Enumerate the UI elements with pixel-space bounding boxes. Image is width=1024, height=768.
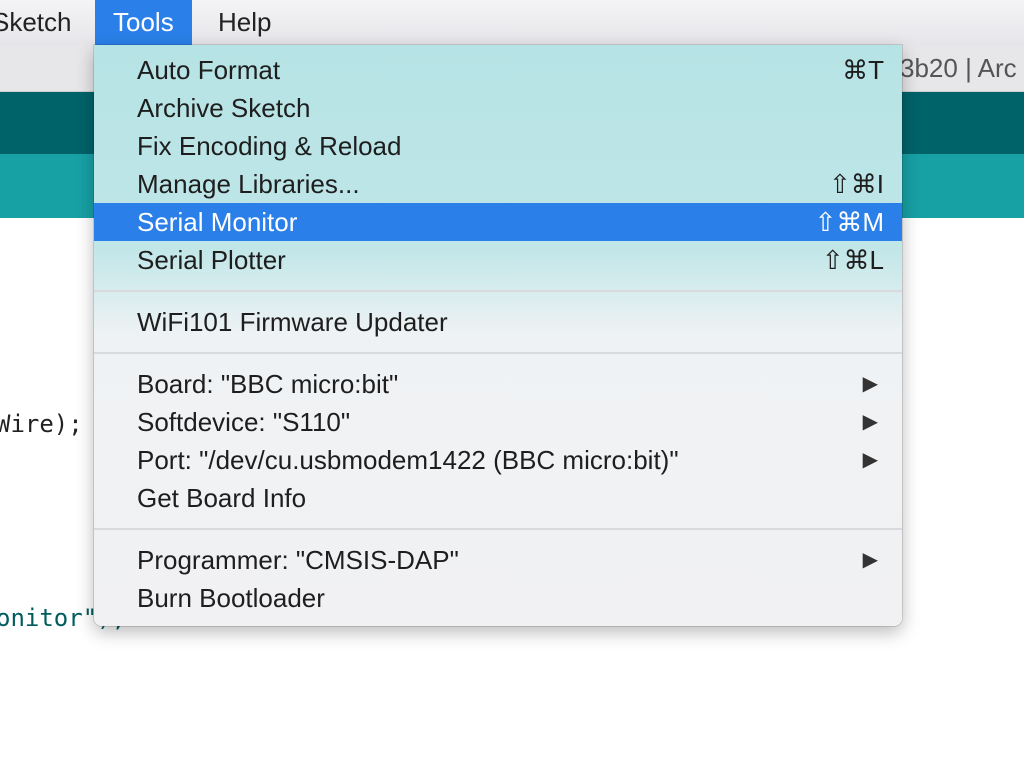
menu-item-serial-plotter[interactable]: Serial Plotter ⇧⌘L <box>94 241 902 279</box>
menu-item-label: Serial Plotter <box>137 245 286 275</box>
menu-item-auto-format[interactable]: Auto Format ⌘T <box>94 51 902 89</box>
shortcut-label: ⇧⌘L <box>821 245 884 275</box>
menu-bar: Sketch Tools Help <box>0 0 1024 46</box>
menu-item-get-board-info[interactable]: Get Board Info <box>94 479 902 517</box>
menu-item-programmer[interactable]: Programmer: "CMSIS-DAP" ▶ <box>94 541 902 579</box>
shortcut-label: ⌘T <box>842 55 884 85</box>
menu-item-board[interactable]: Board: "BBC micro:bit" ▶ <box>94 365 902 403</box>
menu-separator <box>94 352 902 354</box>
menu-tools[interactable]: Tools <box>95 0 192 45</box>
menu-item-port[interactable]: Port: "/dev/cu.usbmodem1422 (BBC micro:b… <box>94 441 902 479</box>
submenu-arrow-icon: ▶ <box>862 411 878 433</box>
submenu-arrow-icon: ▶ <box>862 549 878 571</box>
menu-separator <box>94 290 902 292</box>
menu-item-wifi101-updater[interactable]: WiFi101 Firmware Updater <box>94 303 902 341</box>
menu-help[interactable]: Help <box>200 0 289 45</box>
menu-item-fix-encoding[interactable]: Fix Encoding & Reload <box>94 127 902 165</box>
shortcut-label: ⇧⌘M <box>814 207 884 237</box>
menu-item-label: Auto Format <box>137 55 281 85</box>
menu-item-label: Programmer: "CMSIS-DAP" <box>137 545 459 575</box>
menu-item-label: Serial Monitor <box>137 207 298 237</box>
tools-dropdown-menu: Auto Format ⌘T Archive Sketch Fix Encodi… <box>94 45 902 626</box>
menu-item-serial-monitor[interactable]: Serial Monitor ⇧⌘M <box>94 203 902 241</box>
menu-item-label: Manage Libraries... <box>137 169 360 199</box>
code-line: Wire); <box>0 410 83 438</box>
window-title: 3b20 | Arc <box>900 53 1017 83</box>
menu-item-label: Get Board Info <box>137 483 307 513</box>
menu-separator <box>94 528 902 530</box>
shortcut-label: ⇧⌘I <box>828 169 884 199</box>
menu-item-manage-libraries[interactable]: Manage Libraries... ⇧⌘I <box>94 165 902 203</box>
menu-item-label: Fix Encoding & Reload <box>137 131 402 161</box>
menu-item-label: Burn Bootloader <box>137 583 325 613</box>
menu-item-label: Board: "BBC micro:bit" <box>137 369 399 399</box>
menu-item-label: WiFi101 Firmware Updater <box>137 307 448 337</box>
submenu-arrow-icon: ▶ <box>862 449 878 471</box>
menu-item-burn-bootloader[interactable]: Burn Bootloader <box>94 579 902 617</box>
menu-item-label: Softdevice: "S110" <box>137 407 351 437</box>
submenu-arrow-icon: ▶ <box>862 373 878 395</box>
menu-item-label: Archive Sketch <box>137 93 311 123</box>
menu-item-softdevice[interactable]: Softdevice: "S110" ▶ <box>94 403 902 441</box>
menu-item-label: Port: "/dev/cu.usbmodem1422 (BBC micro:b… <box>137 445 679 475</box>
menu-item-archive-sketch[interactable]: Archive Sketch <box>94 89 902 127</box>
menu-sketch[interactable]: Sketch <box>0 0 90 45</box>
